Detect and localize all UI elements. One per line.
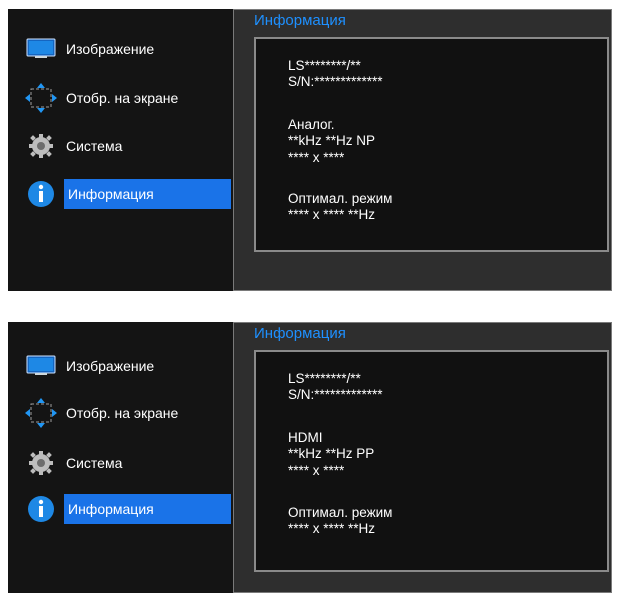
gear-icon [29,451,53,475]
osd-screen-analog: Изображение Отобр. на экране Система Инф… [8,9,612,291]
osd-screen-hdmi: Изображение Отобр. на экране Система Инф… [8,322,612,593]
optimal-mode-value: **** x **** **Hz [288,207,376,222]
input-source: Аналог. [288,117,335,132]
info-box: LS********/** S/N:************* Аналог. … [254,37,609,252]
menu-item-picture[interactable]: Изображение [8,351,233,381]
model-name: LS********/** [288,58,361,73]
menu-item-label: Информация [64,494,231,524]
menu-item-information[interactable]: Информация [8,494,233,524]
osd-main-menu: Изображение Отобр. на экране Система Инф… [8,322,233,593]
menu-item-label: Отобр. на экране [66,90,179,106]
optimal-mode-label: Оптимал. режим [288,191,393,206]
move-arrows-icon [25,83,57,113]
panel-title: Информация [254,325,346,342]
osd-main-menu: Изображение Отобр. на экране Система Инф… [8,9,233,291]
menu-item-onscreen-display[interactable]: Отобр. на экране [8,398,233,428]
monitor-icon [26,38,56,58]
panel-title: Информация [254,12,346,29]
menu-item-system[interactable]: Система [8,448,233,478]
frequency: **kHz **Hz NP [288,133,376,148]
menu-item-label: Изображение [66,358,155,374]
optimal-mode-label: Оптимал. режим [288,505,393,520]
menu-item-label: Информация [64,179,231,209]
menu-item-label: Отобр. на экране [66,405,179,421]
model-name: LS********/** [288,371,361,386]
info-panel: Информация LS********/** S/N:***********… [233,322,612,593]
frequency: **kHz **Hz PP [288,446,375,461]
menu-item-label: Система [66,138,123,154]
menu-item-information[interactable]: Информация [8,179,233,209]
menu-item-system[interactable]: Система [8,131,233,161]
info-panel: Информация LS********/** S/N:***********… [233,9,612,291]
info-box: LS********/** S/N:************* HDMI **k… [254,350,609,572]
serial-number: S/N:************* [288,74,383,89]
resolution: **** x **** [288,463,345,478]
menu-item-picture[interactable]: Изображение [8,34,233,64]
menu-item-label: Изображение [66,41,155,57]
menu-item-label: Система [66,455,123,471]
info-icon [28,181,54,207]
input-source: HDMI [288,430,323,445]
resolution: **** x **** [288,150,345,165]
monitor-icon [26,355,56,375]
info-icon [28,496,54,522]
optimal-mode-value: **** x **** **Hz [288,521,376,536]
serial-number: S/N:************* [288,387,383,402]
menu-item-onscreen-display[interactable]: Отобр. на экране [8,83,233,113]
move-arrows-icon [25,398,57,428]
gear-icon [29,134,53,158]
